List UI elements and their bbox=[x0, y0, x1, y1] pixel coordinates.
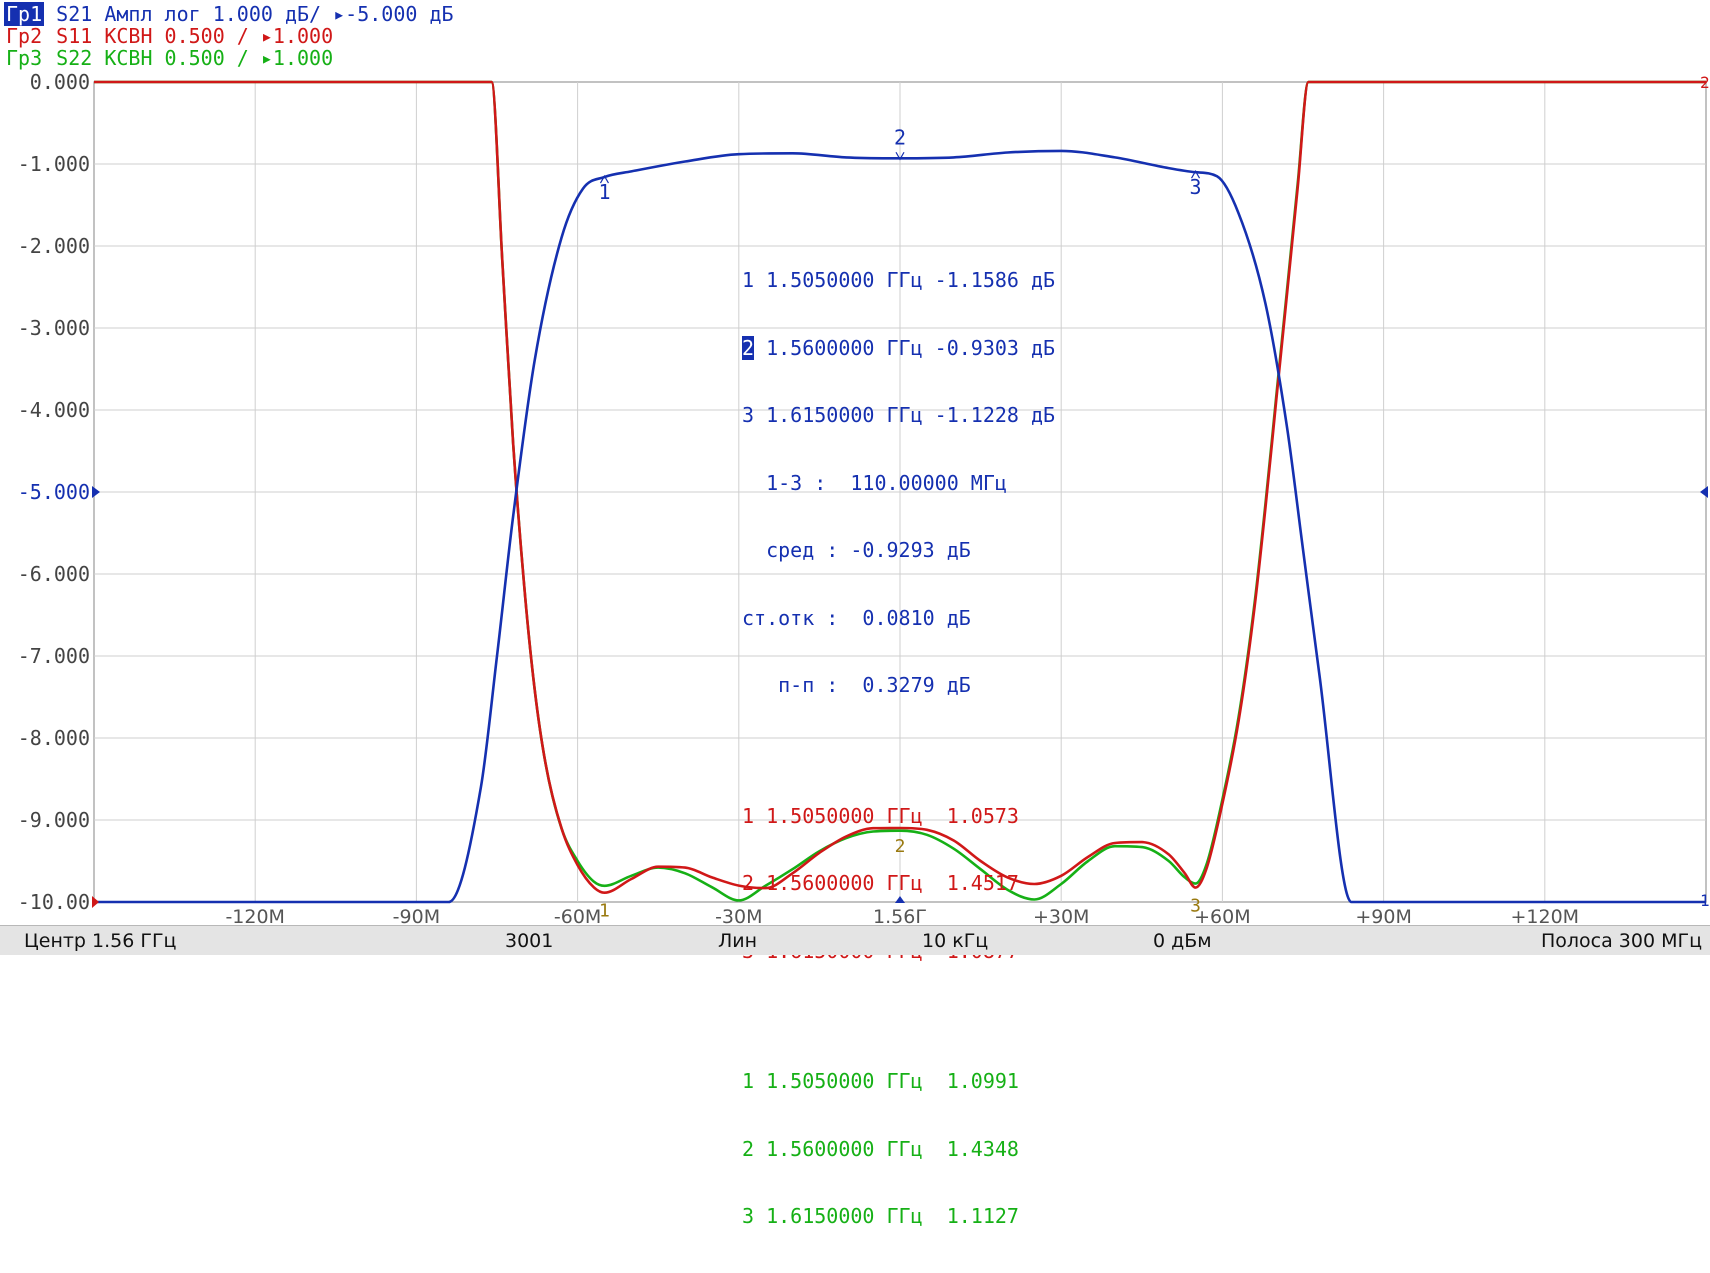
reference-level-arrow bbox=[92, 486, 100, 498]
sweep-type[interactable]: Лин bbox=[718, 930, 757, 952]
trace2-badge[interactable]: Гр2 bbox=[4, 24, 44, 48]
frequency-span[interactable]: Полоса 300 МГц bbox=[1541, 930, 1702, 952]
reference-level-arrow-right bbox=[1700, 486, 1708, 498]
marker-3-label: 3 bbox=[1190, 175, 1202, 199]
trace1-settings[interactable]: S21 Ампл лог 1.000 дБ/ ▸-5.000 дБ bbox=[56, 2, 453, 26]
right-edge-marker: 1 bbox=[1700, 891, 1710, 910]
marker-value: 1.5050000 ГГц 1.0573 bbox=[766, 803, 1019, 828]
marker-value: 1.5600000 ГГц -0.9303 дБ bbox=[766, 335, 1056, 360]
marker-number: 2 bbox=[742, 1136, 755, 1161]
marker-value: 1.5600000 ГГц 1.4348 bbox=[766, 1136, 1019, 1161]
marker-number-selected[interactable]: 2 bbox=[742, 335, 755, 360]
y-tick-label: -5.000 bbox=[18, 480, 90, 504]
trace1-badge[interactable]: Гр1 bbox=[4, 2, 45, 26]
marker-number: 1 bbox=[742, 803, 755, 828]
y-tick-label: 0.000 bbox=[30, 70, 90, 94]
marker-2-label: 2 bbox=[894, 125, 906, 149]
y-tick-label: -7.000 bbox=[18, 644, 90, 668]
marker-readout-table: 1 1.5050000 ГГц -1.1586 дБ 2 1.5600000 Г… bbox=[742, 224, 1055, 1273]
stats-row: сред : -0.9293 дБ bbox=[742, 538, 971, 562]
marker-number: 1 bbox=[742, 268, 755, 292]
source-power[interactable]: 0 дБм bbox=[1153, 930, 1212, 952]
y-tick-label: -9.000 bbox=[18, 808, 90, 832]
status-bar: Центр 1.56 ГГц 3001 Лин 10 кГц 0 дБм Пол… bbox=[0, 925, 1710, 955]
reflection-marker-3-label: 3 bbox=[1190, 896, 1201, 917]
y-tick-label: -6.000 bbox=[18, 562, 90, 586]
marker-number: 2 bbox=[742, 871, 755, 895]
y-tick-label: -8.000 bbox=[18, 726, 90, 750]
stats-row: п-п : 0.3279 дБ bbox=[742, 673, 971, 697]
s22-marker-row: 3 1.6150000 ГГц 1.1127 bbox=[742, 1205, 1055, 1228]
s21-marker-row: 3 1.6150000 ГГц -1.1228 дБ bbox=[742, 404, 1055, 427]
trace3-badge[interactable]: Гр3 bbox=[4, 46, 44, 70]
stats-row: ст.отк : 0.0810 дБ bbox=[742, 605, 971, 630]
s21-marker-row: 2 1.5600000 ГГц -0.9303 дБ bbox=[742, 335, 1056, 360]
trace2-settings[interactable]: S11 КСВН 0.500 / ▸1.000 bbox=[56, 24, 333, 48]
y-tick-label: -10.00 bbox=[18, 890, 90, 914]
s11-marker-row: 1 1.5050000 ГГц 1.0573 bbox=[742, 803, 1055, 828]
y-tick-label: -1.000 bbox=[18, 152, 90, 176]
marker-number: 1 bbox=[742, 1069, 755, 1093]
marker-value: 1.6150000 ГГц 1.1127 bbox=[766, 1204, 1019, 1228]
s22-marker-row: 2 1.5600000 ГГц 1.4348 bbox=[742, 1136, 1055, 1161]
marker-value: 1.6150000 ГГц -1.1228 дБ bbox=[766, 403, 1056, 427]
trace3-settings[interactable]: S22 КСВН 0.500 / ▸1.000 bbox=[56, 46, 333, 70]
s11-marker-row: 2 1.5600000 ГГц 1.4517 bbox=[742, 872, 1055, 895]
if-bandwidth[interactable]: 10 кГц bbox=[922, 930, 988, 952]
marker-number: 3 bbox=[742, 403, 755, 427]
marker-number: 3 bbox=[742, 1204, 755, 1228]
marker-value: 1.5050000 ГГц 1.0991 bbox=[766, 1069, 1019, 1093]
stats-row: 1-3 : 110.00000 МГц bbox=[742, 470, 1007, 495]
y-tick-label: -3.000 bbox=[18, 316, 90, 340]
marker-value: 1.5600000 ГГц 1.4517 bbox=[766, 871, 1019, 895]
marker-1-label: 1 bbox=[598, 180, 610, 204]
s22-marker-row: 1 1.5050000 ГГц 1.0991 bbox=[742, 1070, 1055, 1093]
y-tick-label: -2.000 bbox=[18, 234, 90, 258]
vna-screen: 0.000 -1.000 -2.000 -3.000 -4.000 -5.000 -6.00… bbox=[0, 0, 1710, 1227]
trace1-header[interactable]: Гр1 S21 Ампл лог 1.000 дБ/ ▸-5.000 дБ bbox=[4, 2, 454, 26]
marker-value: 1.5050000 ГГц -1.1586 дБ bbox=[766, 268, 1056, 292]
reference-arrow-red bbox=[92, 896, 99, 908]
trace3-header[interactable]: Гр3 S22 КСВН 0.500 / ▸1.000 bbox=[4, 47, 333, 69]
sweep-points[interactable]: 3001 bbox=[505, 930, 553, 952]
reflection-marker-1-label: 1 bbox=[599, 901, 610, 922]
center-frequency[interactable]: Центр 1.56 ГГц bbox=[24, 930, 176, 952]
y-tick-label: -4.000 bbox=[18, 398, 90, 422]
s21-marker-row: 1 1.5050000 ГГц -1.1586 дБ bbox=[742, 269, 1055, 292]
right-edge-marker: 2 bbox=[1700, 73, 1710, 92]
trace2-header[interactable]: Гр2 S11 КСВН 0.500 / ▸1.000 bbox=[4, 25, 333, 47]
